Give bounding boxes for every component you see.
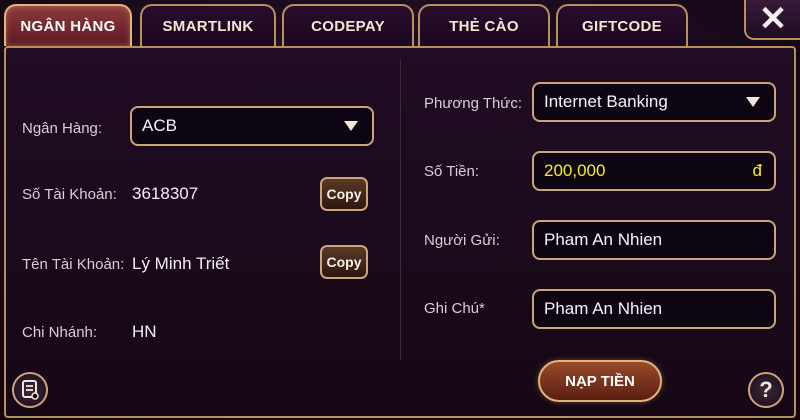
- help-button[interactable]: ?: [748, 372, 784, 408]
- account-number-value: 3618307: [132, 184, 199, 203]
- chevron-down-icon: [746, 97, 760, 107]
- tab-ngan-hang[interactable]: NGÂN HÀNG: [4, 4, 132, 46]
- note-value: Pham An Nhien: [544, 299, 663, 318]
- history-icon: [22, 380, 39, 400]
- branch-label: Chi Nhánh:: [22, 324, 98, 341]
- bank-label: Ngân Hàng:: [22, 120, 103, 137]
- copy-account-number-button[interactable]: Copy: [320, 177, 368, 211]
- tab-giftcode[interactable]: GIFTCODE: [556, 4, 688, 46]
- tab-codepay[interactable]: CODEPAY: [282, 4, 414, 46]
- amount-label: Số Tiền:: [424, 163, 480, 180]
- note-label: Ghi Chú*: [424, 300, 485, 317]
- deposit-submit-button[interactable]: NẠP TIỀN: [538, 360, 662, 402]
- note-input[interactable]: Pham An Nhien: [532, 289, 776, 329]
- column-divider: [400, 60, 401, 360]
- history-button[interactable]: [12, 372, 48, 408]
- tab-smartlink[interactable]: SMARTLINK: [140, 4, 276, 46]
- close-button[interactable]: ✕: [744, 0, 800, 40]
- branch-value: HN: [132, 322, 157, 341]
- account-name-label: Tên Tài Khoản:: [22, 256, 125, 273]
- tab-the-cao[interactable]: THẺ CÀO: [418, 4, 550, 46]
- amount-value: 200,000: [544, 161, 606, 180]
- method-select-value: Internet Banking: [544, 92, 668, 111]
- sender-label: Người Gửi:: [424, 232, 500, 249]
- bank-select-value: ACB: [142, 116, 177, 135]
- close-icon: ✕: [758, 0, 788, 38]
- sender-input[interactable]: Pham An Nhien: [532, 220, 776, 260]
- method-select[interactable]: Internet Banking: [532, 82, 776, 122]
- copy-account-name-button[interactable]: Copy: [320, 245, 368, 279]
- account-number-label: Số Tài Khoản:: [22, 186, 117, 203]
- currency-symbol: đ: [752, 161, 762, 180]
- amount-input[interactable]: 200,000 đ: [532, 151, 776, 191]
- bank-select[interactable]: ACB: [130, 106, 374, 146]
- help-icon: ?: [759, 377, 773, 402]
- method-label: Phương Thức:: [424, 95, 523, 112]
- chevron-down-icon: [344, 121, 358, 131]
- deposit-dialog: NGÂN HÀNG SMARTLINK CODEPAY THẺ CÀO GIFT…: [0, 0, 800, 420]
- account-name-value: Lý Minh Triết: [132, 254, 230, 273]
- sender-value: Pham An Nhien: [544, 230, 663, 249]
